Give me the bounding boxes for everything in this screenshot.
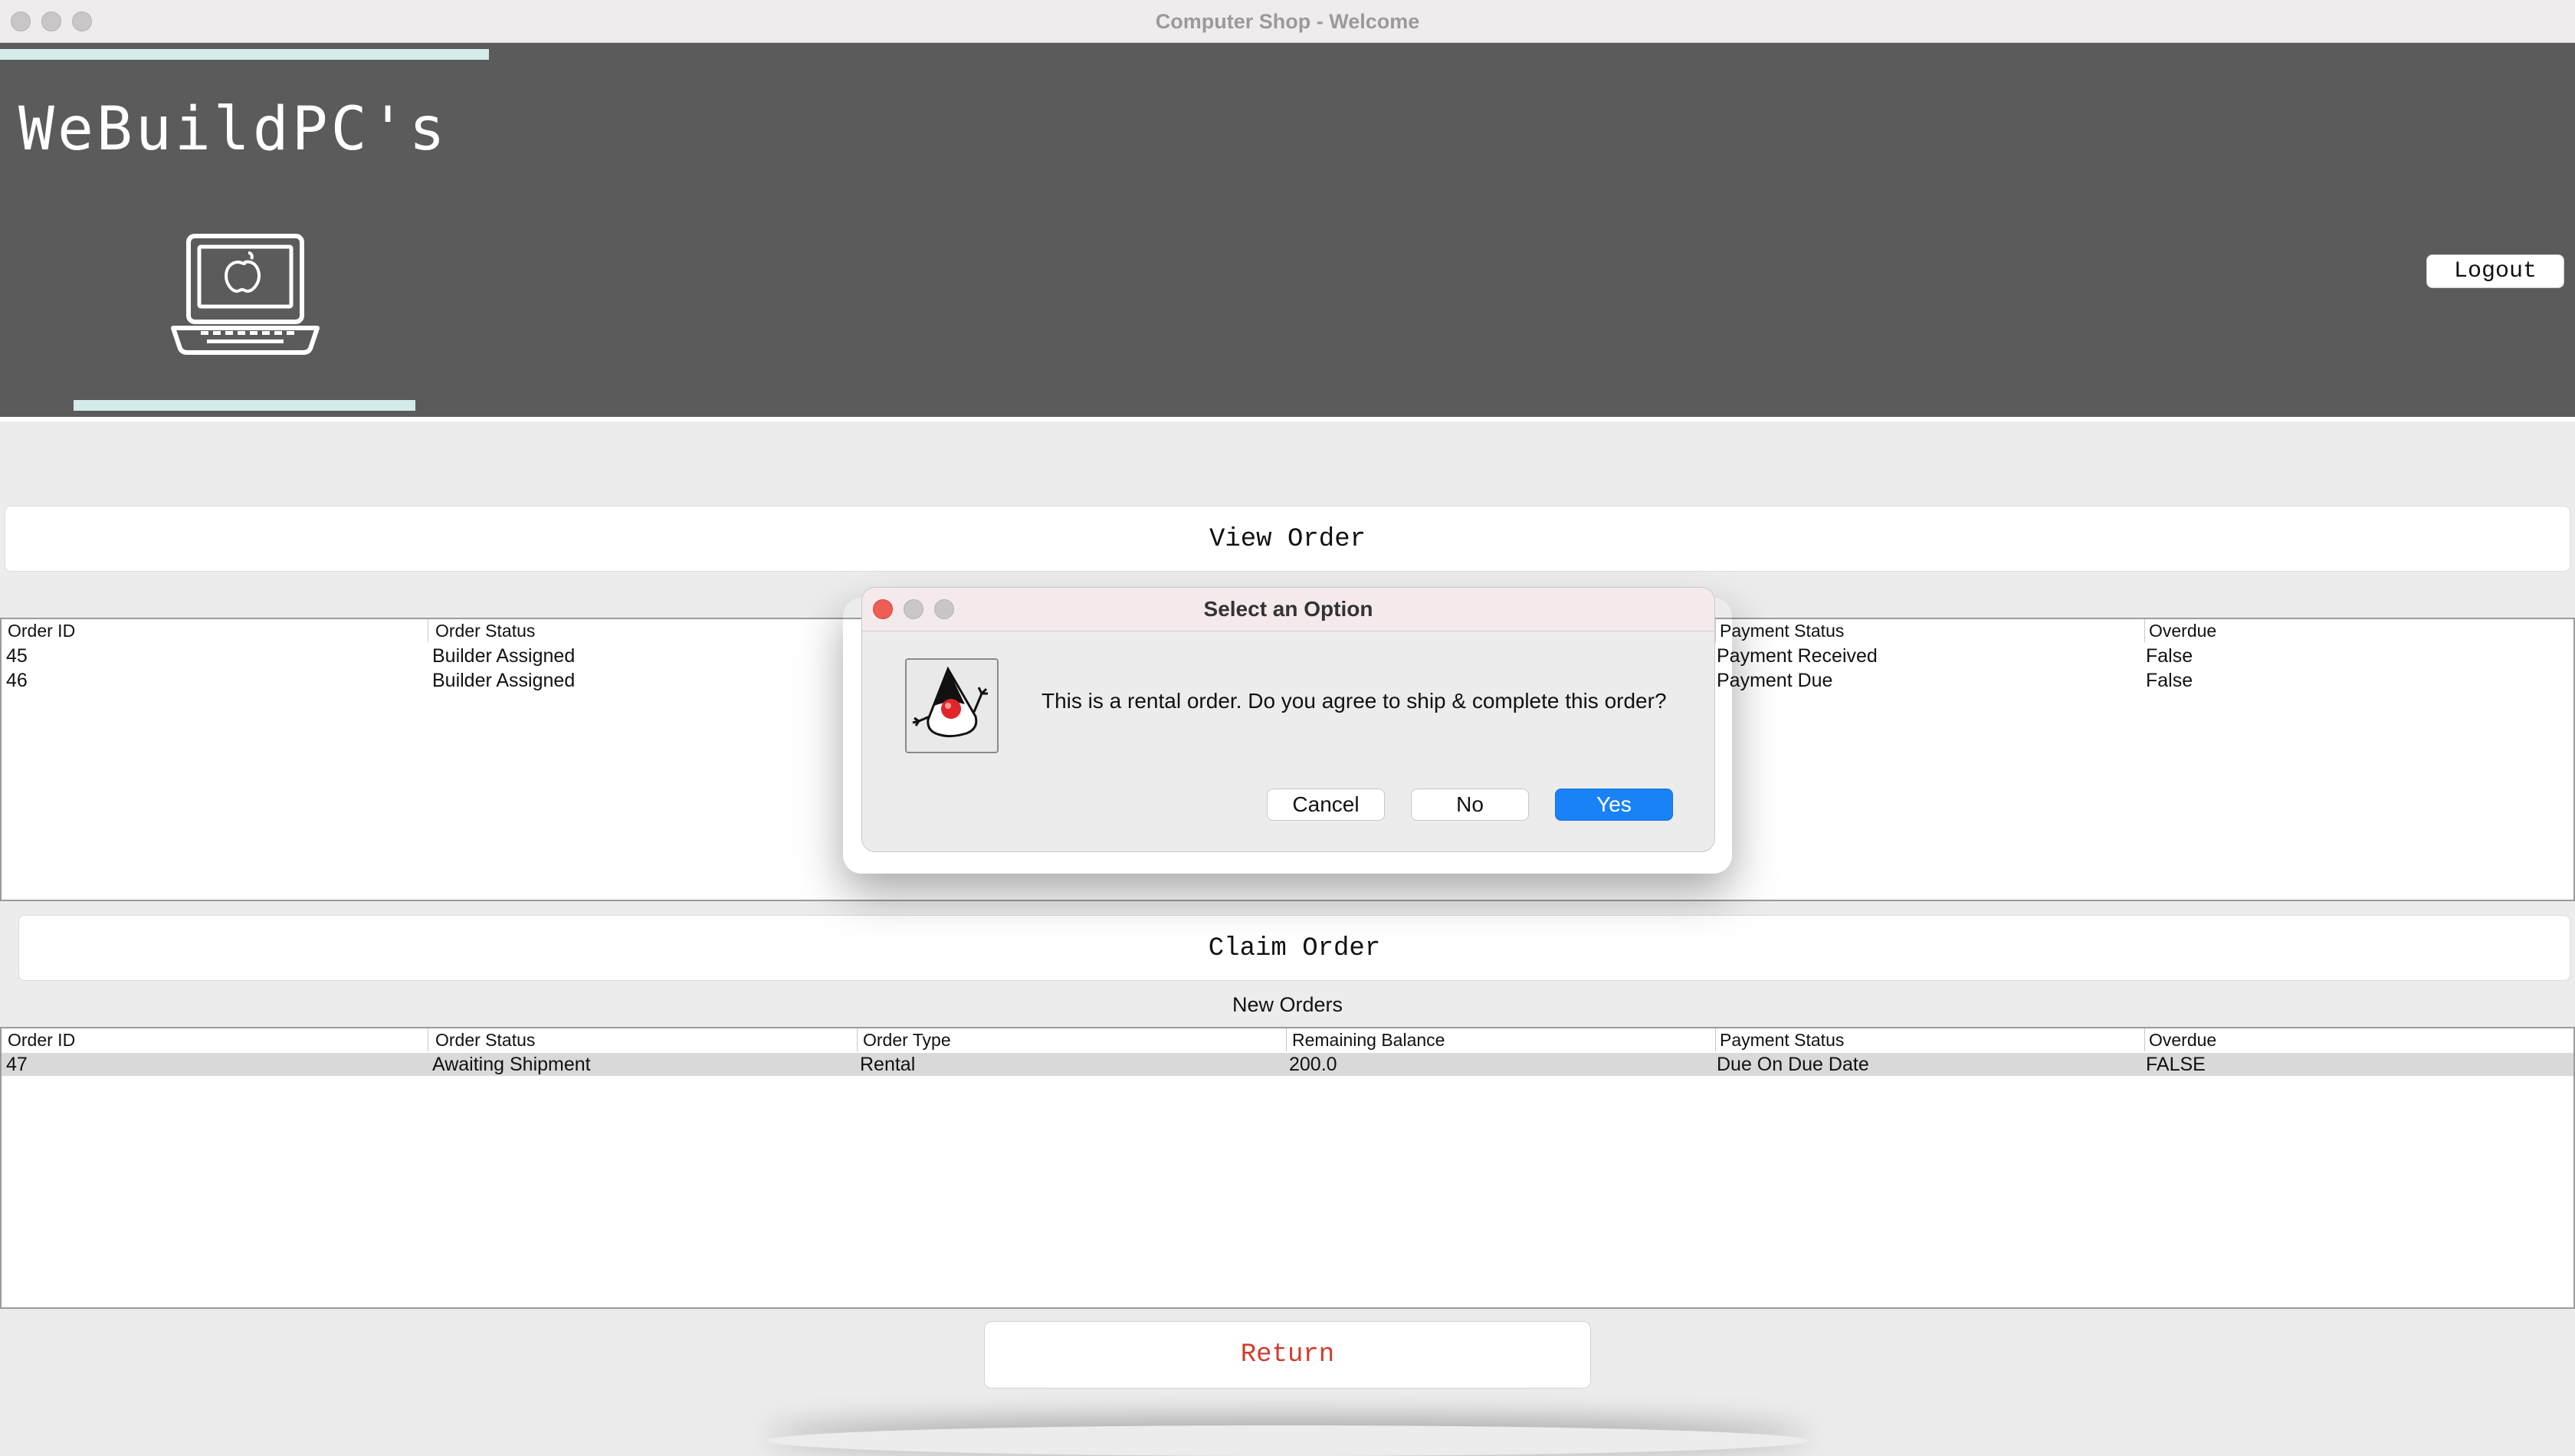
column-header-order-status[interactable]: Order Status [435, 621, 535, 641]
new-orders-table: Order ID Order Status Order Type Remaini… [0, 1027, 2575, 1309]
cancel-button[interactable]: Cancel [1267, 789, 1385, 821]
table-cell[interactable]: Payment Received [1717, 645, 1878, 667]
column-header-overdue[interactable]: Overdue [2149, 621, 2216, 641]
table-cell[interactable]: False [2146, 645, 2193, 667]
table-cell[interactable]: 45 [6, 645, 28, 667]
column-header-order-type[interactable]: Order Type [863, 1030, 951, 1051]
header-accent-top [0, 49, 489, 60]
column-header-order-id[interactable]: Order ID [8, 1030, 75, 1051]
column-header-payment-status[interactable]: Payment Status [1720, 621, 1844, 641]
brand-title: WeBuildPC's [18, 95, 448, 164]
table-cell[interactable]: 46 [6, 670, 28, 692]
column-header-remaining-balance[interactable]: Remaining Balance [1292, 1030, 1445, 1051]
column-divider [2144, 1028, 2145, 1051]
laptop-apple-icon [171, 234, 320, 355]
column-header-order-id[interactable]: Order ID [8, 621, 75, 641]
window-titlebar: Computer Shop - Welcome [0, 0, 2575, 43]
table-cell[interactable]: 200.0 [1289, 1054, 1337, 1076]
table-cell[interactable]: Rental [860, 1054, 915, 1076]
column-header-payment-status[interactable]: Payment Status [1720, 1030, 1844, 1051]
logout-button[interactable]: Logout [2426, 254, 2564, 288]
column-header-overdue[interactable]: Overdue [2149, 1030, 2216, 1051]
dialog-message: This is a rental order. Do you agree to … [1041, 689, 1667, 713]
new-orders-caption: New Orders [1232, 993, 1343, 1016]
column-divider [2144, 619, 2145, 642]
column-divider [1715, 1028, 1716, 1051]
header-accent-bottom [74, 400, 415, 411]
window-title: Computer Shop - Welcome [1155, 10, 1420, 33]
column-header-order-status[interactable]: Order Status [435, 1030, 535, 1051]
view-order-button[interactable]: View Order [5, 506, 2570, 572]
claim-order-button[interactable]: Claim Order [18, 915, 2570, 981]
table-cell[interactable]: Payment Due [1717, 670, 1832, 692]
option-dialog: Select an Option This is a rental order.… [861, 587, 1715, 852]
table-row[interactable]: 47 Awaiting Shipment Rental 200.0 Due On… [2, 1053, 2573, 1076]
table-cell[interactable]: Builder Assigned [432, 670, 575, 692]
yes-button[interactable]: Yes [1555, 789, 1673, 821]
table-cell[interactable]: FALSE [2146, 1054, 2206, 1076]
table-cell[interactable]: Builder Assigned [432, 645, 575, 667]
no-button[interactable]: No [1411, 789, 1529, 821]
column-divider [1286, 1028, 1287, 1051]
header-divider [0, 417, 2575, 421]
dialog-title: Select an Option [1203, 597, 1373, 621]
table-cell[interactable]: Awaiting Shipment [432, 1054, 591, 1076]
table-cell[interactable]: 47 [6, 1054, 28, 1076]
table-cell[interactable]: False [2146, 670, 2193, 692]
java-duke-icon [905, 658, 999, 753]
table-cell[interactable]: Due On Due Date [1717, 1054, 1869, 1076]
window-shadow [766, 1425, 1809, 1456]
return-button[interactable]: Return [984, 1321, 1591, 1389]
dialog-titlebar: Select an Option [862, 588, 1714, 631]
header-banner: WeBuildPC's Logout [0, 43, 2575, 417]
column-divider [857, 1028, 858, 1051]
